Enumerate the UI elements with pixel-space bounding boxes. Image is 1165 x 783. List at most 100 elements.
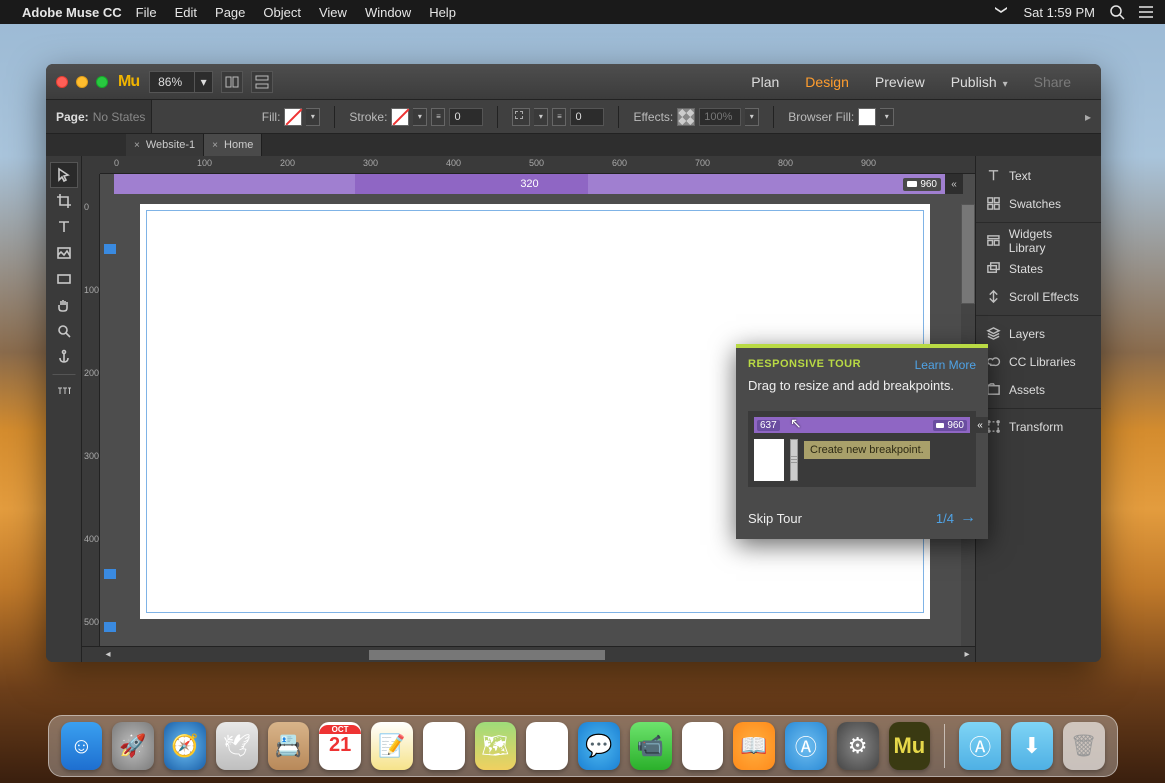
menu-window[interactable]: Window: [365, 5, 411, 20]
corner-radius-input[interactable]: [570, 108, 604, 126]
panel-cc-libraries[interactable]: CC Libraries: [976, 348, 1101, 376]
menubar-notification-icon[interactable]: [993, 4, 1009, 20]
dock-app-notes[interactable]: 📝: [371, 722, 413, 770]
menubar-app-name[interactable]: Adobe Muse CC: [22, 5, 122, 20]
zoom-tool[interactable]: [50, 318, 78, 344]
rectangle-tool[interactable]: [50, 266, 78, 292]
stroke-weight-input[interactable]: [449, 108, 483, 126]
window-zoom-button[interactable]: [96, 76, 108, 88]
horizontal-scrollbar: ◂ ▸: [82, 646, 975, 662]
panel-widgets-library[interactable]: Widgets Library: [976, 227, 1101, 255]
dock-app-maps[interactable]: 🗺: [475, 722, 517, 770]
menubar-list-icon[interactable]: [1139, 4, 1155, 20]
tab-publish[interactable]: Publish: [951, 74, 1008, 90]
guide-marker-icon[interactable]: [104, 622, 116, 632]
tab-design[interactable]: Design: [805, 74, 849, 90]
guide-marker-icon[interactable]: [104, 244, 116, 254]
scroll-track[interactable]: [116, 650, 959, 660]
menu-view[interactable]: View: [319, 5, 347, 20]
menu-file[interactable]: File: [136, 5, 157, 20]
dock-app-ibooks[interactable]: 📖: [733, 722, 775, 770]
scroll-left-button[interactable]: ◂: [100, 647, 116, 663]
dock-app-mail[interactable]: 🕊: [216, 722, 258, 770]
arrange-docs-button[interactable]: [221, 71, 243, 93]
dock-app-contacts[interactable]: 📇: [268, 722, 310, 770]
panel-layers[interactable]: Layers: [976, 320, 1101, 348]
zoom-dropdown[interactable]: 86% ▾: [149, 71, 213, 93]
hand-tool[interactable]: [50, 292, 78, 318]
learn-more-link[interactable]: Learn More: [915, 358, 976, 372]
scroll-right-button[interactable]: ▸: [959, 647, 975, 663]
dock-app-photos[interactable]: ✿: [526, 722, 568, 770]
panel-states[interactable]: States: [976, 255, 1101, 283]
corner-stepper-icon: ≡: [552, 108, 566, 126]
menu-edit[interactable]: Edit: [175, 5, 197, 20]
dock-app-finder[interactable]: ☺: [61, 722, 103, 770]
stroke-control[interactable]: Stroke: ▾ ≡: [349, 108, 483, 126]
menubar-clock[interactable]: Sat 1:59 PM: [1023, 5, 1095, 20]
dock-app-apps-folder[interactable]: Ⓐ: [959, 722, 1001, 770]
dock-app-preferences[interactable]: ⚙: [837, 722, 879, 770]
browser-fill-control[interactable]: Browser Fill: ▾: [788, 108, 894, 126]
doctab-home[interactable]: × Home: [204, 134, 262, 156]
image-tool[interactable]: [50, 240, 78, 266]
dock-app-launchpad[interactable]: 🚀: [112, 722, 154, 770]
scroll-thumb[interactable]: [369, 650, 605, 660]
dock-app-calendar[interactable]: OCT21: [319, 722, 361, 770]
text-format-tool[interactable]: [50, 380, 78, 406]
dock-app-trash[interactable]: 🗑: [1063, 722, 1105, 770]
selection-tool[interactable]: [50, 162, 78, 188]
dock-app-facetime[interactable]: 📹: [630, 722, 672, 770]
tab-plan[interactable]: Plan: [751, 74, 779, 90]
chevron-down-icon: ▾: [745, 108, 759, 126]
anchor-tool[interactable]: [50, 344, 78, 370]
window-minimize-button[interactable]: [76, 76, 88, 88]
dock-app-itunes[interactable]: ♪: [682, 722, 724, 770]
menu-page[interactable]: Page: [215, 5, 245, 20]
effects-control[interactable]: Effects: 100% ▾: [633, 108, 759, 126]
spotlight-icon[interactable]: [1109, 4, 1125, 20]
fill-control[interactable]: Fill: ▾: [262, 108, 321, 126]
control-bar-chevron-icon[interactable]: ▸: [1085, 110, 1091, 124]
corner-control[interactable]: ▾ ≡: [512, 108, 604, 126]
dock-app-downloads-folder[interactable]: ⬇: [1011, 722, 1053, 770]
close-icon[interactable]: ×: [134, 140, 140, 151]
demo-resize-handle: [790, 439, 798, 481]
crop-tool[interactable]: [50, 188, 78, 214]
panel-swatches[interactable]: Swatches: [976, 190, 1101, 218]
tab-share[interactable]: Share: [1034, 74, 1071, 90]
breakpoint-next-button[interactable]: «: [945, 174, 963, 194]
arrow-right-icon[interactable]: →: [960, 509, 976, 527]
dock-app-appstore[interactable]: Ⓐ: [785, 722, 827, 770]
page-state-selector[interactable]: Page: No States: [46, 100, 152, 133]
chevron-left-icon: «: [972, 417, 988, 433]
text-tool[interactable]: [50, 214, 78, 240]
window-close-button[interactable]: [56, 76, 68, 88]
close-icon[interactable]: ×: [212, 140, 218, 151]
menu-help[interactable]: Help: [429, 5, 456, 20]
skip-tour-link[interactable]: Skip Tour: [748, 511, 802, 526]
breakpoint-bar[interactable]: 320 960: [114, 174, 945, 194]
mac-dock: ☺🚀🧭🕊📇OCT21📝☑🗺✿💬📹♪📖Ⓐ⚙Mu Ⓐ⬇🗑: [48, 715, 1118, 777]
dock-app-reminders[interactable]: ☑: [423, 722, 465, 770]
panel-transform[interactable]: Transform: [976, 413, 1101, 441]
guide-marker-icon[interactable]: [104, 569, 116, 579]
panel-assets[interactable]: Assets: [976, 376, 1101, 404]
doctab-website-1[interactable]: × Website-1: [126, 134, 204, 156]
chevron-down-icon: ▾: [880, 108, 894, 126]
dock-app-muse[interactable]: Mu: [889, 722, 931, 770]
vertical-scroll-thumb[interactable]: [961, 204, 975, 304]
right-panel: Text Swatches Widgets Library States Scr…: [975, 156, 1101, 662]
browser-fill-swatch-icon: [858, 108, 876, 126]
panel-text[interactable]: Text: [976, 162, 1101, 190]
panel-scroll-effects[interactable]: Scroll Effects: [976, 283, 1101, 311]
workspace-switcher-button[interactable]: [251, 71, 273, 93]
control-bar: Page: No States Fill: ▾ Stroke: ▾ ≡ ▾ ≡ …: [46, 100, 1101, 134]
dock-app-messages[interactable]: 💬: [578, 722, 620, 770]
dock-app-safari[interactable]: 🧭: [164, 722, 206, 770]
breakpoint-max-badge: 960: [903, 178, 941, 191]
tool-strip: [46, 156, 82, 662]
menu-object[interactable]: Object: [263, 5, 301, 20]
tab-preview[interactable]: Preview: [875, 74, 925, 90]
fill-swatch-icon: [284, 108, 302, 126]
